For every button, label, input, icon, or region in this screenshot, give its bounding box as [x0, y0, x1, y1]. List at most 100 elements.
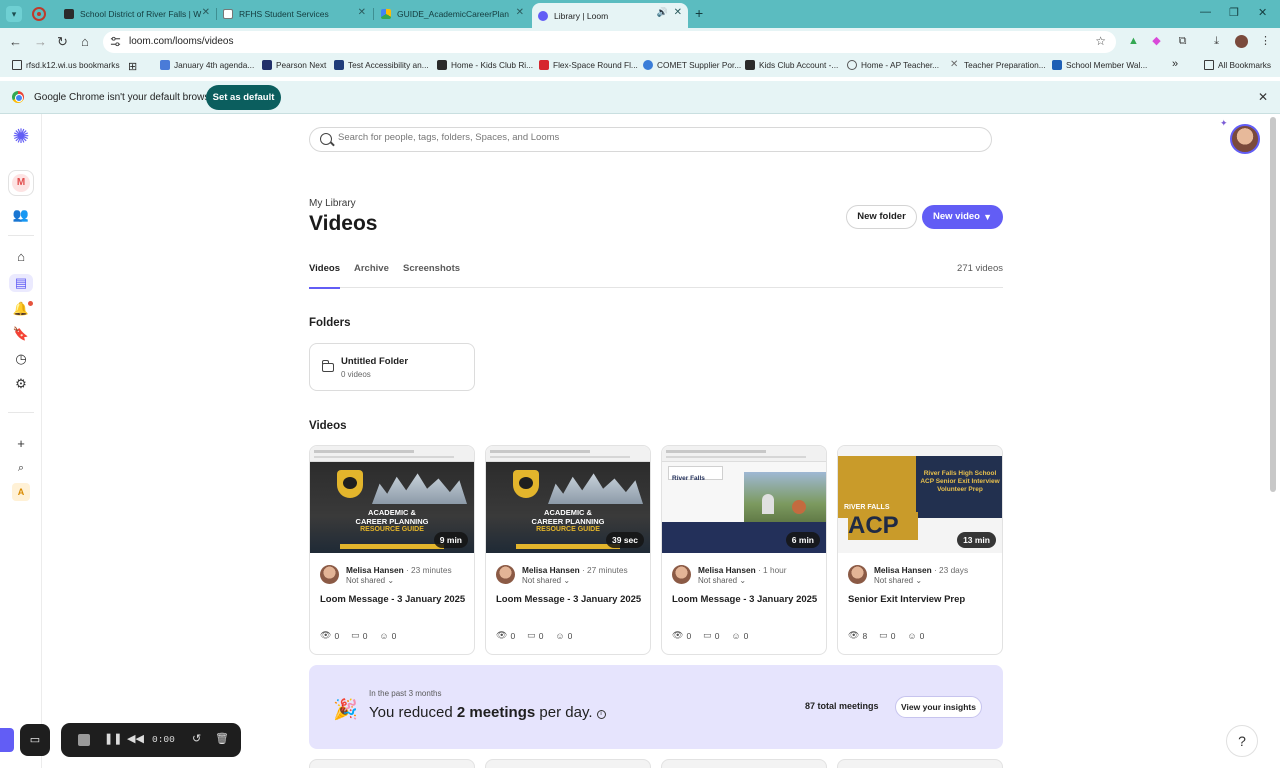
docs-icon: [160, 60, 170, 70]
tab-search-chevron-icon[interactable]: ▾: [6, 6, 22, 22]
rewind-icon[interactable]: ◀◀: [127, 732, 144, 745]
drive-extension-icon[interactable]: ▲: [1127, 35, 1140, 48]
breadcrumb[interactable]: My Library: [309, 198, 356, 209]
info-icon[interactable]: i: [596, 710, 606, 719]
restore-icon[interactable]: ❐: [1229, 6, 1239, 19]
user-avatar[interactable]: [1230, 124, 1260, 154]
bookmark-label: January 4th agenda...: [174, 60, 255, 70]
video-title[interactable]: Loom Message - 3 January 2025: [672, 594, 817, 605]
loom-logo-icon[interactable]: ✺: [12, 127, 30, 147]
space-avatar-a[interactable]: A: [12, 483, 30, 501]
stop-icon[interactable]: [78, 734, 90, 746]
bookmark-star-icon[interactable]: ☆: [1095, 34, 1106, 48]
all-bookmarks-button[interactable]: All Bookmarks: [1204, 60, 1271, 70]
bookmark-item[interactable]: rfsd.k12.wi.us bookmarks: [12, 60, 120, 70]
search-input[interactable]: [338, 132, 978, 143]
profile-avatar-icon[interactable]: [1235, 35, 1248, 48]
workspace-switcher[interactable]: M: [8, 170, 34, 196]
history-clock-icon[interactable]: ◷: [12, 350, 30, 368]
close-window-icon[interactable]: ✕: [1258, 6, 1267, 19]
tab-school-district[interactable]: School District of River Falls | W ✕: [58, 3, 216, 25]
new-tab-button[interactable]: +: [695, 5, 703, 21]
help-button[interactable]: ?: [1226, 725, 1258, 757]
video-card-peek[interactable]: [485, 759, 651, 768]
new-folder-button[interactable]: New folder: [846, 205, 917, 229]
bookmark-item[interactable]: School Member Wal...: [1052, 60, 1147, 70]
restart-icon[interactable]: ↺: [192, 732, 201, 745]
reload-icon[interactable]: ↻: [57, 34, 68, 50]
bookmark-item[interactable]: Home - Kids Club Ri...: [437, 60, 533, 70]
forward-arrow-icon[interactable]: →: [34, 34, 47, 49]
bookmark-item[interactable]: Pearson Next: [262, 60, 326, 70]
scrollbar-thumb[interactable]: [1270, 117, 1276, 492]
video-title[interactable]: Loom Message - 3 January 2025: [496, 594, 641, 605]
tab-screenshots[interactable]: Screenshots: [403, 263, 460, 287]
set-as-default-button[interactable]: Set as default: [206, 85, 281, 110]
video-card-peek[interactable]: [661, 759, 827, 768]
pause-icon[interactable]: ❚❚: [104, 732, 122, 745]
share-status-dropdown[interactable]: Not shared ⌄: [698, 576, 746, 585]
bookmark-item[interactable]: Flex-Space Round Fl...: [539, 60, 638, 70]
download-icon[interactable]: ⤓: [1210, 35, 1223, 48]
view-insights-button[interactable]: View your insights: [895, 696, 982, 718]
bookmark-item[interactable]: January 4th agenda...: [160, 60, 254, 70]
site-info-icon[interactable]: [110, 36, 121, 47]
search-bar[interactable]: [309, 127, 992, 152]
tab-rfhs-student-services[interactable]: RFHS Student Services ✕: [217, 3, 372, 25]
library-icon[interactable]: ▤: [9, 274, 33, 292]
video-thumbnail[interactable]: River Falls High School ACP Senior Exit …: [838, 446, 1002, 553]
folder-name: Untitled Folder: [341, 356, 409, 367]
bookmark-item[interactable]: Home - AP Teacher...: [847, 60, 939, 70]
new-video-button[interactable]: New video ▼: [922, 205, 1003, 229]
home-icon[interactable]: ⌂: [81, 34, 89, 49]
close-infobar-icon[interactable]: ✕: [1258, 90, 1268, 104]
apps-grid-icon[interactable]: ⊞: [128, 60, 137, 73]
tab-guide-academic[interactable]: GUIDE_AcademicCareerPlannin ✕: [375, 3, 530, 25]
search-icon[interactable]: ⌕: [12, 459, 30, 477]
bookmark-item[interactable]: ✕ Teacher Preparation...: [950, 60, 1046, 71]
speaker-icon[interactable]: 🔊: [657, 7, 668, 18]
tab-videos[interactable]: Videos: [309, 263, 340, 289]
video-title[interactable]: Senior Exit Interview Prep: [848, 594, 965, 605]
video-card[interactable]: ACADEMIC & CAREER PLANNING RESOURCE GUIDE…: [485, 445, 651, 655]
share-status-dropdown[interactable]: Not shared ⌄: [346, 576, 394, 585]
extensions-puzzle-icon[interactable]: ⧉: [1176, 35, 1189, 48]
home-icon[interactable]: ⌂: [12, 248, 30, 266]
video-thumbnail[interactable]: ACADEMIC & CAREER PLANNING RESOURCE GUIDE…: [310, 446, 474, 553]
video-thumbnail[interactable]: ACADEMIC & CAREER PLANNING RESOURCE GUIDE…: [486, 446, 650, 553]
tab-archive[interactable]: Archive: [354, 263, 389, 287]
add-plus-icon[interactable]: +: [12, 435, 30, 453]
video-title[interactable]: Loom Message - 3 January 2025: [320, 594, 465, 605]
video-card-peek[interactable]: [837, 759, 1003, 768]
folder-card[interactable]: Untitled Folder 0 videos: [309, 343, 475, 391]
bookmark-item[interactable]: Kids Club Account -...: [745, 60, 838, 70]
video-thumbnail[interactable]: River Falls 6 min: [662, 446, 826, 553]
members-icon[interactable]: 👥: [12, 206, 30, 224]
close-tab-icon[interactable]: ✕: [202, 7, 210, 18]
video-card-peek[interactable]: [309, 759, 475, 768]
author-line: Melisa Hansen · 1 hour: [698, 565, 787, 575]
share-status-dropdown[interactable]: Not shared ⌄: [874, 576, 922, 585]
more-bookmarks-chevron[interactable]: »: [1172, 58, 1178, 70]
share-status-dropdown[interactable]: Not shared ⌄: [522, 576, 570, 585]
tab-library-loom[interactable]: Library | Loom 🔊 ✕: [532, 3, 688, 28]
minimize-icon[interactable]: —: [1200, 6, 1211, 18]
camera-bubble-tab[interactable]: [0, 728, 14, 752]
trash-icon[interactable]: 🗑: [215, 732, 229, 745]
camera-toggle-icon[interactable]: ▭: [20, 724, 50, 756]
bookmark-icon[interactable]: 🔖: [12, 325, 30, 343]
close-tab-icon[interactable]: ✕: [674, 7, 682, 18]
bookmark-item[interactable]: Test Accessibility an...: [334, 60, 429, 70]
back-arrow-icon[interactable]: ←: [9, 34, 22, 49]
close-tab-icon[interactable]: ✕: [358, 7, 366, 18]
chrome-menu-icon[interactable]: ⋮: [1259, 35, 1272, 48]
close-tab-icon[interactable]: ✕: [516, 7, 524, 18]
settings-gear-icon[interactable]: ⚙: [12, 375, 30, 393]
extension-icon[interactable]: ◆: [1150, 35, 1163, 48]
video-card[interactable]: ACADEMIC & CAREER PLANNING RESOURCE GUIDE…: [309, 445, 475, 655]
bookmark-label: Test Accessibility an...: [348, 60, 429, 70]
video-card[interactable]: River Falls High School ACP Senior Exit …: [837, 445, 1003, 655]
bookmark-item[interactable]: COMET Supplier Por...: [643, 60, 741, 70]
address-bar[interactable]: loom.com/looms/videos ☆: [103, 31, 1116, 53]
video-card[interactable]: River Falls 6 min Melisa Hansen · 1 hour…: [661, 445, 827, 655]
